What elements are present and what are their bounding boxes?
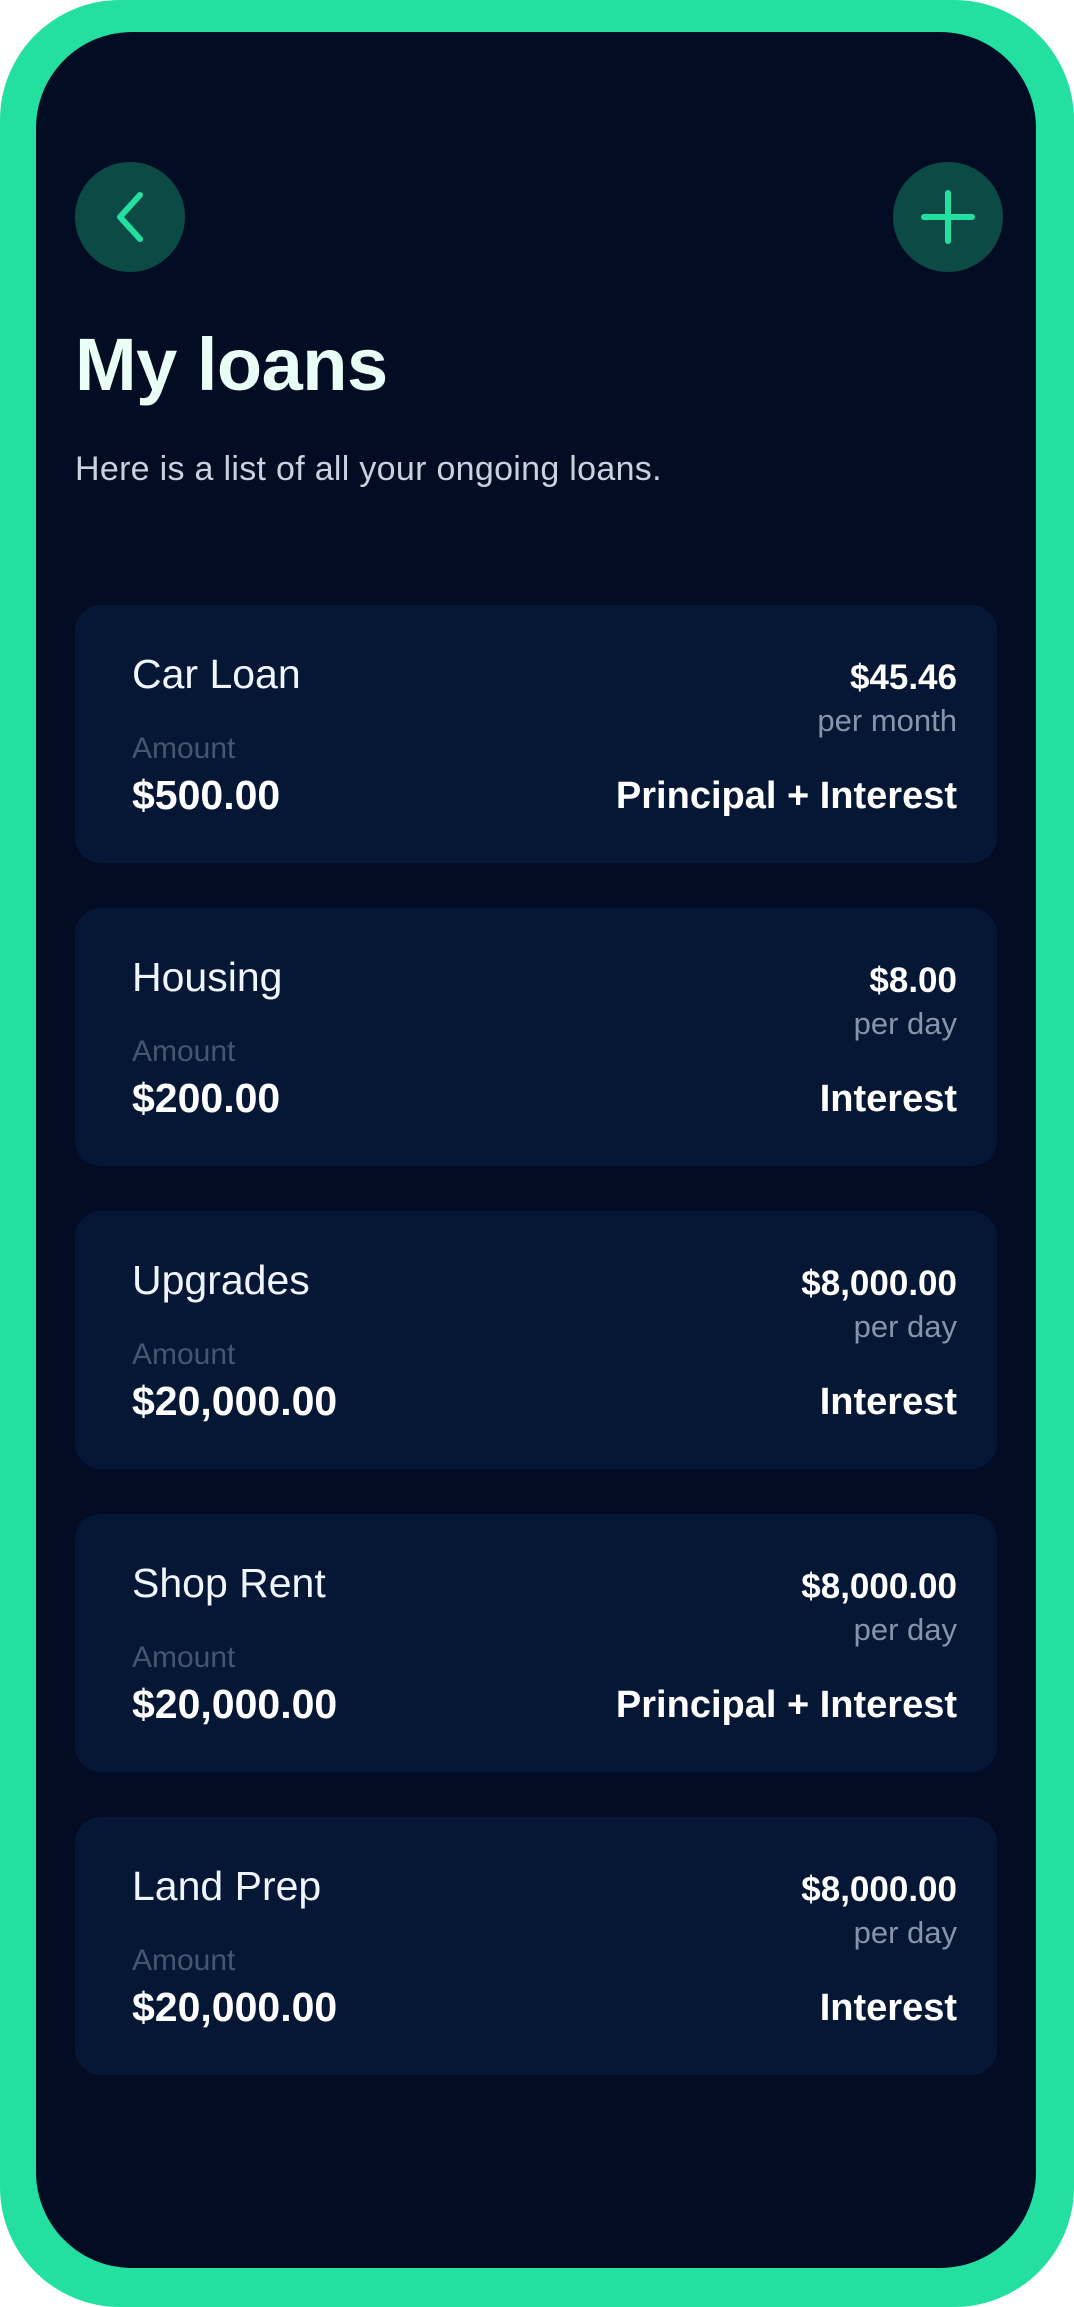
repayment-period: per day bbox=[853, 1006, 957, 1041]
repayment-value: $8,000.00 bbox=[801, 1870, 957, 1909]
repayment-value: $8.00 bbox=[869, 961, 957, 1000]
amount-value: $500.00 bbox=[132, 772, 281, 818]
loan-card[interactable]: Land Prep Amount $20,000.00 $8,000.00 pe… bbox=[75, 1817, 997, 2075]
loan-type: Interest bbox=[819, 1987, 957, 2029]
app-screen: My loans Here is a list of all your ongo… bbox=[36, 32, 1036, 2268]
repayment-value: $45.46 bbox=[849, 658, 957, 697]
loan-card[interactable]: Upgrades Amount $20,000.00 $8,000.00 per… bbox=[75, 1211, 997, 1469]
amount-label: Amount bbox=[132, 1641, 236, 1674]
repayment-value: $8,000.00 bbox=[801, 1567, 957, 1606]
amount-value: $20,000.00 bbox=[132, 1984, 338, 2030]
repayment-period: per day bbox=[853, 1309, 957, 1344]
page-title: My loans bbox=[75, 323, 388, 406]
loan-card[interactable]: Car Loan Amount $500.00 $45.46 per month… bbox=[75, 605, 997, 863]
chevron-left-icon bbox=[117, 192, 143, 242]
repayment-period: per month bbox=[817, 703, 957, 738]
loan-name: Shop Rent bbox=[132, 1560, 326, 1606]
phone-frame: My loans Here is a list of all your ongo… bbox=[0, 0, 1074, 2307]
loan-type: Principal + Interest bbox=[615, 775, 957, 817]
amount-label: Amount bbox=[132, 1035, 236, 1068]
amount-value: $20,000.00 bbox=[132, 1681, 338, 1727]
amount-label: Amount bbox=[132, 732, 236, 765]
loan-name: Upgrades bbox=[132, 1257, 310, 1303]
loan-name: Car Loan bbox=[132, 651, 301, 697]
loan-name: Land Prep bbox=[132, 1863, 322, 1909]
plus-icon bbox=[921, 190, 975, 244]
repayment-value: $8,000.00 bbox=[801, 1264, 957, 1303]
amount-value: $200.00 bbox=[132, 1075, 281, 1121]
amount-label: Amount bbox=[132, 1944, 236, 1977]
loan-type: Principal + Interest bbox=[615, 1684, 957, 1726]
loan-name: Housing bbox=[132, 954, 283, 1000]
page-subtitle: Here is a list of all your ongoing loans… bbox=[75, 450, 662, 488]
amount-label: Amount bbox=[132, 1338, 236, 1371]
back-button[interactable] bbox=[75, 162, 185, 272]
loan-list: Car Loan Amount $500.00 $45.46 per month… bbox=[75, 605, 997, 2120]
repayment-period: per day bbox=[853, 1612, 957, 1647]
loan-card[interactable]: Shop Rent Amount $20,000.00 $8,000.00 pe… bbox=[75, 1514, 997, 1772]
add-loan-button[interactable] bbox=[893, 162, 1003, 272]
amount-value: $20,000.00 bbox=[132, 1378, 338, 1424]
loan-type: Interest bbox=[819, 1381, 957, 1423]
loan-type: Interest bbox=[819, 1078, 957, 1120]
loan-card[interactable]: Housing Amount $200.00 $8.00 per day Int… bbox=[75, 908, 997, 1166]
repayment-period: per day bbox=[853, 1915, 957, 1950]
